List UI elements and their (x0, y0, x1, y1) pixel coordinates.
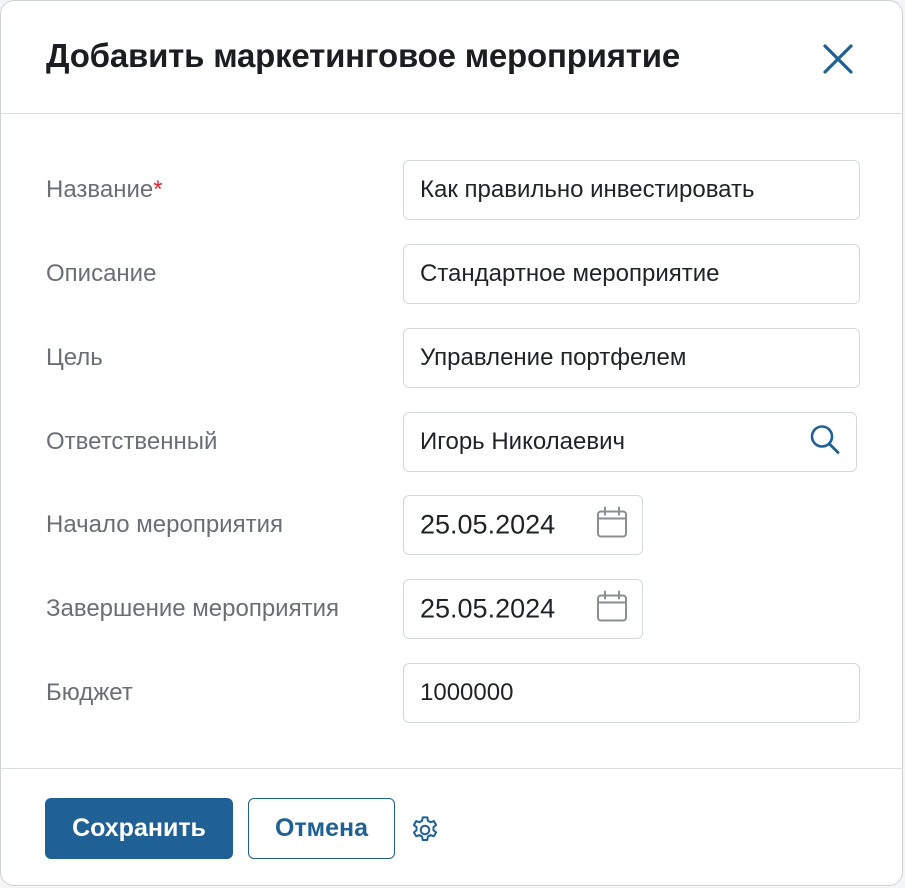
settings-button[interactable] (409, 814, 441, 846)
cancel-button[interactable]: Отмена (248, 798, 395, 859)
name-label: Название* (46, 176, 163, 203)
form-row-responsible: Ответственный Игорь Николаевич (1, 412, 902, 472)
start-date-field[interactable]: 25.05.2024 (403, 495, 643, 555)
search-icon (810, 425, 840, 454)
name-value: Как правильно инвестировать (420, 176, 755, 203)
description-value: Стандартное мероприятие (420, 260, 720, 287)
dialog-title: Добавить маркетинговое мероприятие (46, 37, 681, 74)
description-label: Описание (46, 260, 157, 287)
calendar-icon (597, 590, 627, 622)
start-date-label: Начало мероприятия (46, 511, 283, 538)
end-date-field[interactable]: 25.05.2024 (403, 579, 643, 639)
form-row-name: Название* Как правильно инвестировать (1, 160, 902, 220)
budget-value: 1000000 (420, 679, 514, 706)
end-date-value: 25.05.2024 (420, 593, 556, 624)
add-marketing-event-dialog: Добавить маркетинговое мероприятие Назва… (0, 0, 903, 886)
end-date-picker-button[interactable] (595, 590, 629, 629)
description-field[interactable]: Стандартное мероприятие (403, 244, 860, 304)
start-date-value: 25.05.2024 (420, 509, 556, 540)
start-date-picker-button[interactable] (595, 506, 629, 545)
goal-field[interactable]: Управление портфелем (403, 328, 860, 388)
goal-value: Управление портфелем (420, 344, 687, 371)
responsible-field[interactable]: Игорь Николаевич (403, 412, 857, 472)
form-row-end-date: Завершение мероприятия 25.05.2024 (1, 579, 902, 639)
goal-label: Цель (46, 344, 103, 371)
budget-field[interactable]: 1000000 (403, 663, 860, 723)
dialog-header: Добавить маркетинговое мероприятие (1, 1, 902, 114)
calendar-icon (597, 506, 627, 538)
search-button[interactable] (808, 423, 842, 462)
form-row-description: Описание Стандартное мероприятие (1, 244, 902, 304)
dialog-footer: Сохранить Отмена (1, 768, 902, 885)
responsible-value: Игорь Николаевич (420, 428, 626, 455)
end-date-label: Завершение мероприятия (46, 595, 339, 622)
gear-icon (412, 816, 438, 841)
close-button[interactable] (819, 40, 857, 78)
close-icon (823, 44, 853, 74)
budget-label: Бюджет (46, 679, 133, 706)
name-field[interactable]: Как правильно инвестировать (403, 160, 860, 220)
form-row-start-date: Начало мероприятия 25.05.2024 (1, 495, 902, 555)
required-mark: * (153, 176, 163, 203)
form-row-goal: Цель Управление портфелем (1, 328, 902, 388)
form-row-budget: Бюджет 1000000 (1, 663, 902, 723)
responsible-label: Ответственный (46, 428, 218, 455)
save-button[interactable]: Сохранить (45, 798, 233, 859)
